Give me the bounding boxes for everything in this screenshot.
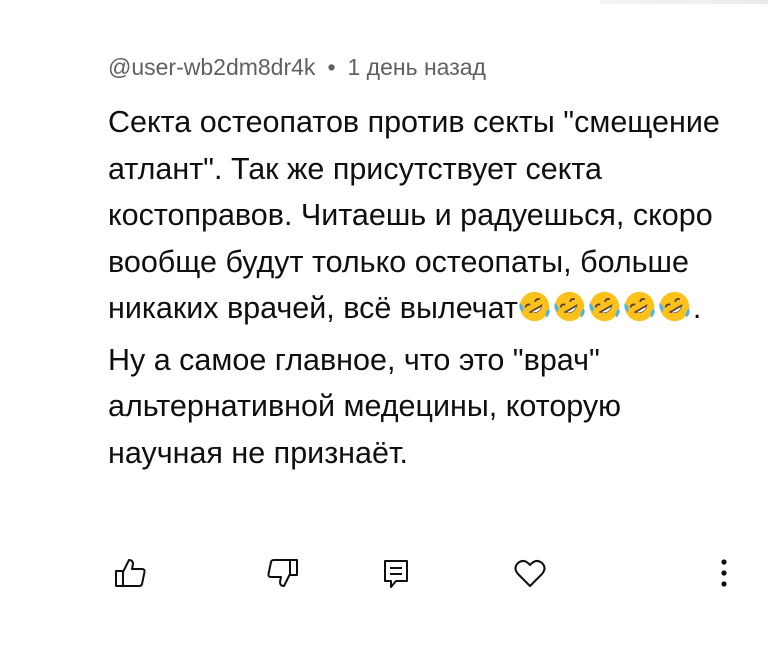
rolling-laughing-emoji-icon [588, 290, 621, 323]
rolling-laughing-emoji-icon [553, 290, 586, 323]
comment-meta: @user-wb2dm8dr4k • 1 день назад [108, 50, 748, 84]
thumbs-up-icon [113, 556, 147, 590]
comment-text: Секта остеопатов против секты "смещение … [108, 99, 740, 476]
comment-card: @user-wb2dm8dr4k • 1 день назад Секта осте… [108, 50, 748, 476]
like-button[interactable] [112, 555, 148, 591]
thumbs-down-icon [266, 556, 300, 590]
comment-time: 1 день назад [347, 54, 486, 80]
more-options-button[interactable] [706, 555, 742, 591]
meta-separator: • [327, 54, 336, 80]
rolling-laughing-emoji-icon [623, 290, 656, 323]
more-vertical-icon [720, 557, 728, 589]
heart-button[interactable] [512, 555, 548, 591]
top-edge-strip [600, 0, 768, 4]
dislike-button[interactable] [265, 555, 301, 591]
rolling-laughing-emoji-icon [658, 290, 691, 323]
heart-icon [513, 557, 547, 589]
reply-icon [381, 557, 411, 589]
comment-action-bar [0, 555, 768, 603]
author-handle[interactable]: @user-wb2dm8dr4k [108, 54, 315, 80]
rolling-laughing-emoji-icon [518, 290, 551, 323]
reply-button[interactable] [378, 555, 414, 591]
emoji-group [518, 290, 693, 337]
